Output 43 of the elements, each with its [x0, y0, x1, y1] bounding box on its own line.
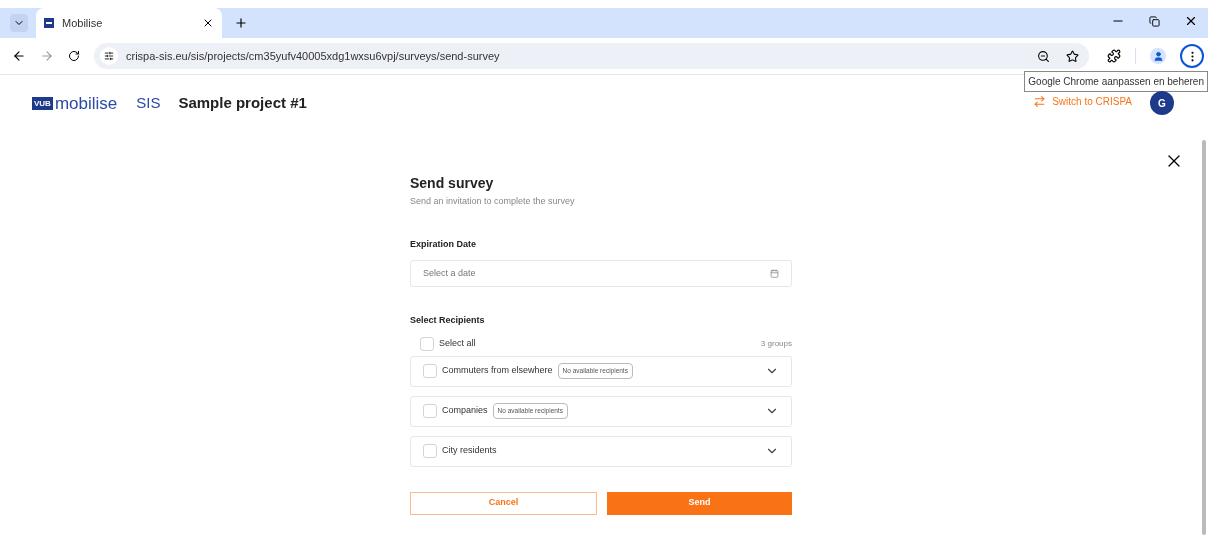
- browser-tab[interactable]: Mobilise: [36, 8, 222, 38]
- extensions-icon[interactable]: [1107, 49, 1121, 63]
- address-bar[interactable]: crispa-sis.eu/sis/projects/cm35yufv40005xdg1wxsu6vpj/surveys/send-survey: [94, 43, 1089, 69]
- url-text: crispa-sis.eu/sis/projects/cm35yufv40005xdg1wxsu6vpj/surveys/send-survey: [126, 48, 501, 64]
- section-label: Select Recipients: [410, 314, 486, 327]
- forward-icon[interactable]: [40, 49, 54, 63]
- reload-icon[interactable]: [68, 50, 80, 62]
- form-title: Send survey: [410, 174, 495, 192]
- tab-list-button[interactable]: [10, 14, 28, 32]
- tooltip: Google Chrome aanpassen en beheren: [1024, 71, 1208, 92]
- group-row[interactable]: City residents: [410, 435, 792, 467]
- swap-icon: [1033, 94, 1047, 108]
- form-subtitle: Send an invitation to complete the survey: [410, 195, 576, 208]
- group-name: City residents: [442, 444, 497, 458]
- logo-badge: VUB: [32, 96, 53, 110]
- back-icon[interactable]: [12, 49, 26, 63]
- close-tab-icon[interactable]: [202, 17, 214, 29]
- project-title: Sample project #1: [178, 92, 307, 113]
- group-checkbox[interactable]: [423, 444, 437, 458]
- bookmark-icon[interactable]: [1066, 49, 1079, 63]
- new-tab-icon[interactable]: [234, 16, 248, 30]
- restore-icon[interactable]: [1149, 15, 1160, 27]
- select-all-label: Select all: [439, 336, 477, 350]
- zoom-icon[interactable]: [1037, 49, 1050, 63]
- site-info-icon[interactable]: [104, 51, 114, 61]
- tab-title: Mobilise: [62, 15, 104, 31]
- calendar-icon: [770, 269, 779, 278]
- favicon-icon: [44, 18, 54, 28]
- group-checkbox[interactable]: [423, 404, 437, 418]
- logo-text: mobilise: [54, 94, 118, 112]
- menu-button[interactable]: [1180, 44, 1204, 68]
- close-window-icon[interactable]: [1184, 14, 1198, 28]
- switch-label: Switch to CRISPA: [1052, 94, 1132, 109]
- field-label: Expiration Date: [410, 237, 477, 251]
- group-count: 3 groups: [760, 337, 792, 350]
- select-all-checkbox[interactable]: [420, 336, 434, 351]
- group-checkbox[interactable]: [423, 364, 437, 378]
- group-name: Companies: [442, 404, 488, 418]
- profile-icon[interactable]: [1150, 48, 1166, 64]
- user-avatar[interactable]: G: [1150, 91, 1174, 115]
- date-field[interactable]: Select a date: [410, 260, 792, 287]
- group-name: Commuters from elsewhere: [442, 364, 553, 378]
- app-name: SIS: [136, 92, 161, 113]
